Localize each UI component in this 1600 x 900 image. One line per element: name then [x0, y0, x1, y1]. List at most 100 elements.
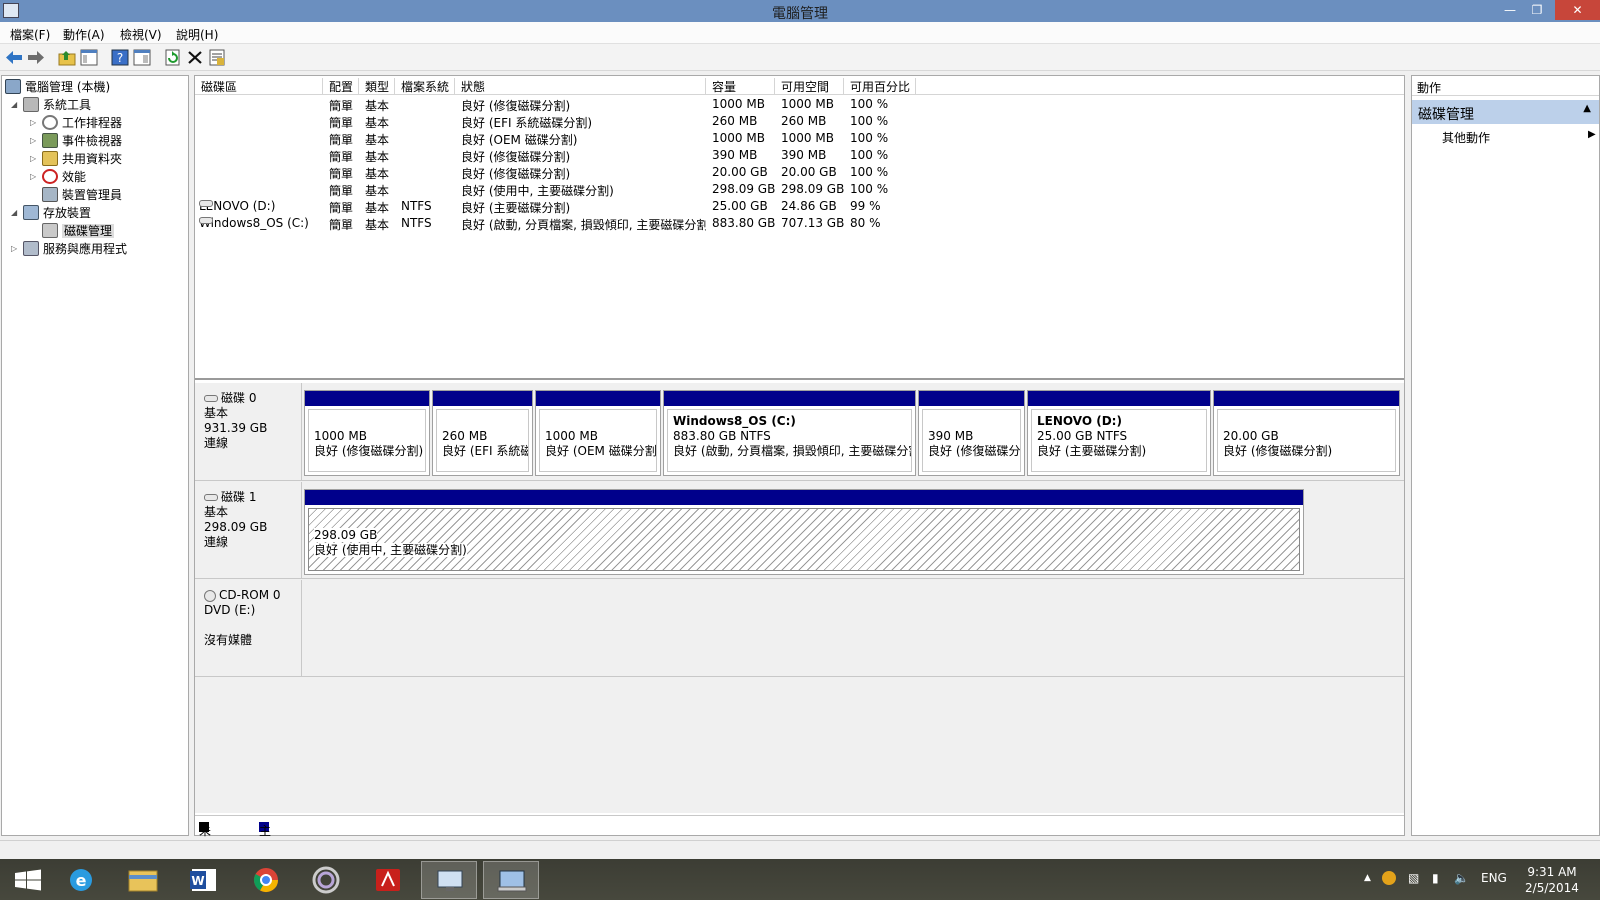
volume-row[interactable]: 簡單 基本 良好 (修復磁碟分割) 390 MB 390 MB 100 % [195, 147, 1404, 164]
disk-0-partitions: 1000 MB 良好 (修復磁碟分割) 260 MB 良好 (EFI 系統磁 100… [302, 383, 1404, 480]
column-filesystem[interactable]: 檔案系統 [395, 78, 455, 95]
tree-computer-management[interactable]: 電腦管理 (本機) [5, 78, 110, 96]
disk-graph-view: 磁碟 0 基本 931.39 GB 連線 1000 MB 良好 (修復磁碟分割) … [195, 383, 1404, 813]
expand-arrow-icon[interactable]: ▷ [11, 244, 23, 253]
title-bar: 電腦管理 — ❐ ✕ [0, 0, 1600, 22]
disk0-partition-lenovo-d[interactable]: LENOVO (D:) 25.00 GB NTFS 良好 (主要磁碟分割) [1027, 390, 1211, 476]
volume-cell-type: 基本 [365, 150, 390, 164]
network-signal-icon[interactable]: ▧ [1408, 871, 1419, 885]
tree-task-scheduler[interactable]: ▷ 工作排程器 [30, 114, 122, 132]
collapse-arrow-icon[interactable]: ◢ [11, 100, 23, 109]
taskbar-file-explorer[interactable] [115, 861, 171, 899]
disk0-partition-oem[interactable]: 1000 MB 良好 (OEM 磁碟分割) [535, 390, 661, 476]
menu-help[interactable]: 說明(H) [176, 26, 218, 43]
volume-cell-free: 1000 MB [781, 131, 834, 145]
status-bar [0, 840, 1600, 859]
disk0-partition-windows-c[interactable]: Windows8_OS (C:) 883.80 GB NTFS 良好 (啟動, 分頁… [663, 390, 916, 476]
media-player-icon [312, 866, 340, 894]
expand-arrow-icon[interactable]: ▷ [30, 154, 42, 163]
tree-shared-folders[interactable]: ▷ 共用資料夾 [30, 150, 122, 168]
tray-app-icon[interactable] [1382, 871, 1396, 885]
close-button[interactable]: ✕ [1555, 0, 1600, 20]
up-folder-icon[interactable] [58, 49, 76, 66]
disk-1-label[interactable]: 磁碟 1 基本 298.09 GB 連線 [195, 482, 302, 578]
battery-icon[interactable]: ▮ [1432, 871, 1439, 885]
help-icon[interactable]: ? [111, 49, 129, 66]
volume-cell-capacity: 20.00 GB [712, 165, 768, 179]
back-icon[interactable] [5, 49, 23, 66]
volume-row[interactable]: 簡單 基本 良好 (修復磁碟分割) 1000 MB 1000 MB 100 % [195, 96, 1404, 113]
language-indicator[interactable]: ENG [1481, 871, 1507, 885]
refresh-icon[interactable] [164, 49, 182, 66]
volume-cell-free: 20.00 GB [781, 165, 837, 179]
clock[interactable]: 9:31 AM 2/5/2014 [1516, 864, 1588, 896]
computer-management-icon [5, 79, 21, 94]
actions-more-actions[interactable]: 其他動作 ▶ [1442, 129, 1596, 146]
volume-row[interactable]: 簡單 基本 良好 (EFI 系統磁碟分割) 260 MB 260 MB 100 % [195, 113, 1404, 130]
disk-icon [204, 395, 218, 402]
volume-row[interactable]: LENOVO (D:) 簡單 基本 NTFS 良好 (主要磁碟分割) 25.00 GB 24… [195, 198, 1404, 215]
properties-icon[interactable] [133, 49, 151, 66]
start-button[interactable] [0, 861, 56, 899]
collapse-arrow-icon[interactable]: ◢ [11, 208, 23, 217]
disk-1-row: 磁碟 1 基本 298.09 GB 連線 298.09 GB 良好 (使用中, 主… [195, 482, 1404, 579]
collapse-up-icon[interactable]: ▲ [1583, 103, 1591, 114]
menu-file[interactable]: 檔案(F) [10, 26, 50, 43]
taskbar: e W ▲ ▧ ▮ 🔈 ENG 9:31 AM 2/5/2014 [0, 859, 1600, 900]
taskbar-media-player[interactable] [298, 861, 354, 899]
taskbar-word[interactable]: W [176, 861, 232, 899]
volume-row[interactable]: Windows8_OS (C:) 簡單 基本 NTFS 良好 (啟動, 分頁檔案, 損毀… [195, 215, 1404, 232]
show-hide-tree-icon[interactable] [80, 49, 98, 66]
column-free-space[interactable]: 可用空間 [775, 78, 844, 95]
tree-services-applications[interactable]: ▷ 服務與應用程式 [11, 240, 127, 258]
volume-row[interactable]: 簡單 基本 良好 (OEM 磁碟分割) 1000 MB 1000 MB 100 % [195, 130, 1404, 147]
taskbar-computer-management[interactable] [483, 861, 539, 899]
taskbar-chrome[interactable] [238, 861, 294, 899]
taskbar-internet-explorer[interactable]: e [53, 861, 109, 899]
column-volume[interactable]: 磁碟區 [195, 78, 323, 95]
menu-view[interactable]: 檢視(V) [120, 26, 162, 43]
disk0-partition-recovery-3[interactable]: 20.00 GB 良好 (修復磁碟分割) [1213, 390, 1400, 476]
menu-action[interactable]: 動作(A) [63, 26, 105, 43]
expand-arrow-icon[interactable]: ▷ [30, 136, 42, 145]
expand-arrow-icon[interactable]: ▷ [30, 118, 42, 127]
tree-event-viewer[interactable]: ▷ 事件檢視器 [30, 132, 122, 150]
tree-disk-management[interactable]: 磁碟管理 [42, 222, 115, 240]
volume-cell-pct: 100 % [850, 97, 889, 111]
actions-group-disk-management[interactable]: 磁碟管理 ▲ [1412, 100, 1599, 124]
restore-button[interactable]: ❐ [1523, 0, 1551, 20]
disk0-partition-recovery-1[interactable]: 1000 MB 良好 (修復磁碟分割) [304, 390, 430, 476]
export-list-icon[interactable] [208, 49, 226, 66]
show-hidden-icons-icon[interactable]: ▲ [1364, 873, 1371, 883]
column-layout[interactable]: 配置 [323, 78, 359, 95]
minimize-button[interactable]: — [1496, 0, 1524, 20]
column-status[interactable]: 狀態 [455, 78, 706, 95]
volume-cell-status: 良好 (修復磁碟分割) [461, 167, 571, 181]
tree-device-manager[interactable]: 裝置管理員 [42, 186, 122, 204]
forward-icon[interactable] [27, 49, 45, 66]
column-percent-free[interactable]: 可用百分比 [844, 78, 916, 95]
tree-performance[interactable]: ▷ 效能 [30, 168, 86, 186]
disk1-partition-primary[interactable]: 298.09 GB 良好 (使用中, 主要磁碟分割) [304, 489, 1304, 575]
delete-icon[interactable] [186, 49, 204, 66]
tree-storage[interactable]: ◢ 存放裝置 [11, 204, 91, 222]
column-type[interactable]: 類型 [359, 78, 395, 95]
volume-icon[interactable]: 🔈 [1454, 871, 1469, 885]
taskbar-adobe-reader[interactable] [360, 861, 416, 899]
volume-row[interactable]: 簡單 基本 良好 (修復磁碟分割) 20.00 GB 20.00 GB 100 % [195, 164, 1404, 181]
volume-row[interactable]: 簡單 基本 良好 (使用中, 主要磁碟分割) 298.09 GB 298.09 GB 10… [195, 181, 1404, 198]
column-capacity[interactable]: 容量 [706, 78, 775, 95]
tree-system-tools[interactable]: ◢ 系統工具 [11, 96, 91, 114]
volume-cell-status: 良好 (啟動, 分頁檔案, 損毀傾印, 主要磁碟分割) [461, 218, 706, 232]
disk-management-icon [42, 223, 58, 238]
taskbar-network-tool[interactable] [421, 861, 477, 899]
volume-cell-layout: 簡單 [329, 184, 354, 198]
disk0-partition-recovery-2[interactable]: 390 MB良好 (修復磁碟分割) [918, 390, 1025, 476]
disk0-partition-efi[interactable]: 260 MB 良好 (EFI 系統磁 [432, 390, 533, 476]
volume-cell-pct: 100 % [850, 114, 889, 128]
volume-cell-capacity: 1000 MB [712, 97, 765, 111]
cdrom-0-label[interactable]: CD-ROM 0 DVD (E:) 沒有媒體 [195, 580, 302, 676]
disk-0-label[interactable]: 磁碟 0 基本 931.39 GB 連線 [195, 383, 302, 480]
volume-cell-free: 260 MB [781, 114, 827, 128]
expand-arrow-icon[interactable]: ▷ [30, 172, 42, 181]
